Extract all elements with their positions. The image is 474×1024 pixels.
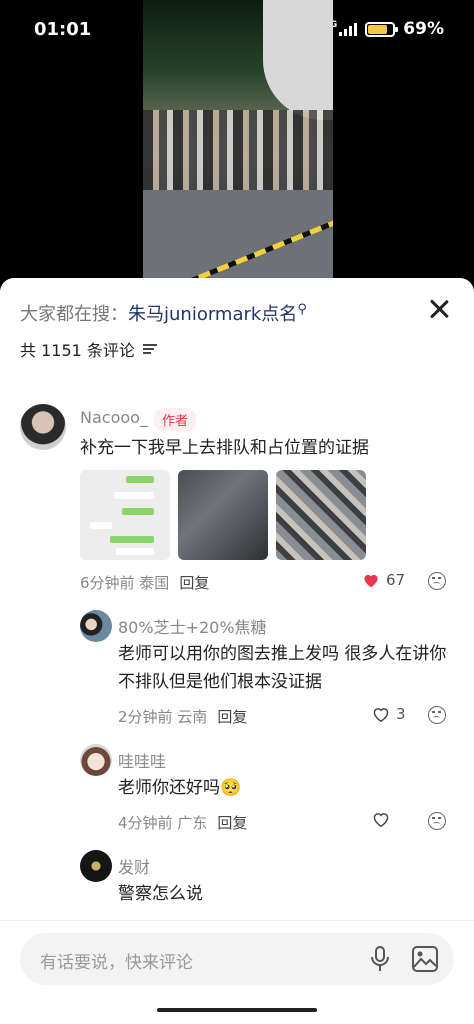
search-suggestion[interactable]: 大家都在搜：朱马juniormark点名⚲ xyxy=(20,300,307,326)
comment-username[interactable]: Nacooo_ xyxy=(80,408,148,427)
comment-image-1[interactable] xyxy=(80,470,170,560)
reply-time-location: 4分钟前 广东 xyxy=(118,814,208,832)
battery-icon xyxy=(365,21,399,37)
reply-text: 警察怎么说 xyxy=(118,884,203,904)
comment-sheet: 大家都在搜：朱马juniormark点名⚲ 共 1151 条评论 Nacooo_… xyxy=(0,278,474,1024)
microphone-icon[interactable] xyxy=(370,946,390,972)
avatar[interactable] xyxy=(80,850,112,882)
reply-button[interactable]: 回复 xyxy=(217,708,247,726)
author-badge: 作者 xyxy=(154,408,197,431)
reply-meta: 2分钟前 云南 回复 xyxy=(118,706,247,727)
status-indicators: 4G 69% xyxy=(324,19,444,39)
dislike-icon[interactable] xyxy=(428,706,446,724)
video-building xyxy=(263,0,333,120)
like-button[interactable]: 3 xyxy=(372,705,406,723)
reply-text: 老师你还好吗🥺 xyxy=(118,778,242,798)
comment-count-row: 共 1151 条评论 xyxy=(20,337,157,361)
heart-icon xyxy=(373,708,389,722)
dislike-icon[interactable] xyxy=(428,572,446,590)
reply-meta: 4分钟前 广东 回复 xyxy=(118,812,247,833)
comment-image-3[interactable] xyxy=(276,470,366,560)
comment-time-location: 6分钟前 泰国 xyxy=(80,574,170,592)
search-keyword[interactable]: 朱马juniormark点名 xyxy=(128,304,297,325)
image-icon[interactable] xyxy=(412,946,438,972)
status-time: 01:01 xyxy=(34,19,92,40)
comment-input-bar: 有话要说，快来评论 xyxy=(0,920,474,996)
comment-text: 补充一下我早上去排队和占位置的证据 xyxy=(80,438,369,458)
search-prefix: 大家都在搜： xyxy=(20,304,128,325)
reply-button[interactable]: 回复 xyxy=(179,574,209,592)
comment-input[interactable]: 有话要说，快来评论 xyxy=(20,933,454,985)
like-count: 67 xyxy=(386,571,406,589)
heart-icon xyxy=(373,813,389,827)
battery-level: 69% xyxy=(403,19,444,39)
like-count: 3 xyxy=(396,705,406,723)
reply-text: 老师可以用你的图去推上发吗 很多人在讲你不排队但是他们根本没证据 xyxy=(118,644,447,692)
close-button[interactable] xyxy=(426,296,452,322)
reply-username[interactable]: 发财 xyxy=(118,854,150,878)
reply-username[interactable]: 80%芝士+20%焦糖 xyxy=(118,614,267,638)
home-indicator[interactable] xyxy=(157,1008,317,1012)
avatar[interactable] xyxy=(80,610,112,642)
search-icon: ⚲ xyxy=(297,302,307,317)
like-button[interactable] xyxy=(372,811,390,827)
video-player[interactable] xyxy=(143,0,333,282)
comment-input-placeholder: 有话要说，快来评论 xyxy=(40,953,193,973)
avatar[interactable] xyxy=(80,744,112,776)
signal-icon xyxy=(339,22,358,36)
comment-count: 共 1151 条评论 xyxy=(20,341,135,360)
sort-icon[interactable] xyxy=(142,343,157,355)
reply-item: 发财 警察怎么说 xyxy=(0,850,474,930)
reply-time-location: 2分钟前 云南 xyxy=(118,708,208,726)
comment-image-2[interactable] xyxy=(178,470,268,560)
reply-username[interactable]: 哇哇哇 xyxy=(118,748,166,772)
like-button[interactable]: 67 xyxy=(362,571,405,589)
system-navigation-bar xyxy=(0,996,474,1024)
dislike-icon[interactable] xyxy=(428,812,446,830)
heart-icon xyxy=(364,574,378,588)
reply-button[interactable]: 回复 xyxy=(217,814,247,832)
video-crowd xyxy=(143,110,333,200)
avatar[interactable] xyxy=(20,404,66,450)
comment-meta: 6分钟前 泰国 回复 xyxy=(80,572,209,593)
